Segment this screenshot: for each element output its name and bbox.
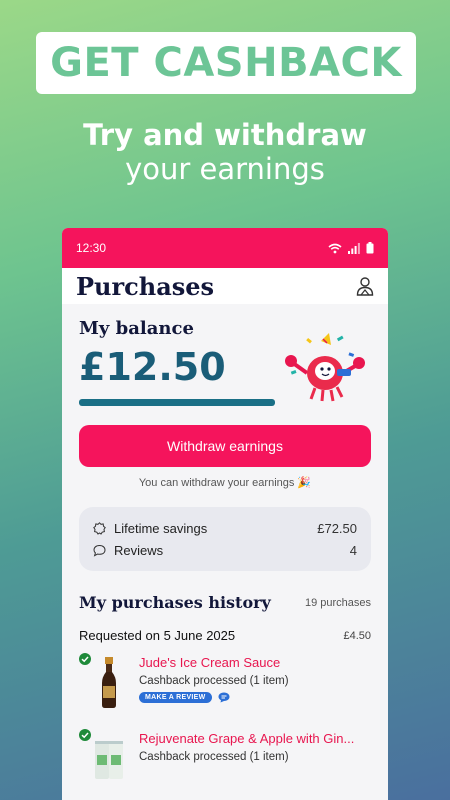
status-time: 12:30 xyxy=(76,241,107,255)
stat-row-lifetime-savings: Lifetime savings £72.50 xyxy=(93,517,357,539)
order-header: Requested on 5 June 2025 £4.50 xyxy=(79,628,371,643)
stat-left: Lifetime savings xyxy=(93,521,207,536)
status-icons xyxy=(328,242,374,254)
history-header: My purchases history 19 purchases xyxy=(79,593,371,612)
balance-amount: £12.50 xyxy=(79,345,226,389)
purchase-item[interactable]: Rejuvenate Grape & Apple with Gin... Cas… xyxy=(79,729,371,795)
review-chat-icon[interactable] xyxy=(218,692,230,703)
headline-line-1: Try and withdraw xyxy=(83,118,367,152)
app-header: Purchases xyxy=(62,268,388,304)
promo-headline: Try and withdraw your earnings xyxy=(0,118,450,186)
product-image-drink-cans xyxy=(95,741,123,779)
savings-stats-card: Lifetime savings £72.50 Reviews 4 xyxy=(79,507,371,571)
purchase-item[interactable]: Jude's Ice Cream Sauce Cashback processe… xyxy=(79,653,371,719)
promo-banner: GET CASHBACK xyxy=(36,32,416,94)
stat-row-reviews: Reviews 4 xyxy=(93,539,357,561)
cashback-status: Cashback processed (1 item) xyxy=(139,751,289,763)
purchases-content: My balance £12.50 Withdraw earnings You … xyxy=(62,304,388,795)
celebrating-mascot-icon xyxy=(285,333,365,402)
product-name[interactable]: Rejuvenate Grape & Apple with Gin... xyxy=(139,731,375,746)
phone-screen: 12:30 Purchases My balance £12.50 Withdr… xyxy=(62,228,388,800)
order-requested-date: Requested on 5 June 2025 xyxy=(79,628,236,643)
product-name[interactable]: Jude's Ice Cream Sauce xyxy=(139,655,375,670)
history-count: 19 purchases xyxy=(304,596,371,609)
stat-value: £72.50 xyxy=(317,520,357,536)
stat-label: Reviews xyxy=(114,542,164,558)
promo-banner-text: GET CASHBACK xyxy=(50,40,402,86)
page-title: Purchases xyxy=(76,271,215,301)
order-total: £4.50 xyxy=(343,629,371,642)
make-a-review-button[interactable]: MAKE A REVIEW xyxy=(139,692,212,703)
stat-value: 4 xyxy=(349,542,357,558)
history-title: My purchases history xyxy=(79,593,271,612)
headline-line-2: your earnings xyxy=(125,152,325,186)
review-row: MAKE A REVIEW xyxy=(139,692,230,703)
stat-label: Lifetime savings xyxy=(114,520,208,536)
balance-progress-bar xyxy=(79,399,275,406)
status-bar: 12:30 xyxy=(62,228,388,268)
cashback-status: Cashback processed (1 item) xyxy=(139,675,289,687)
stat-left: Reviews xyxy=(93,543,163,558)
savings-badge-icon xyxy=(93,521,106,535)
speech-bubble-icon xyxy=(93,544,106,557)
battery-icon xyxy=(366,242,374,254)
product-image-sauce-bottle xyxy=(102,657,116,708)
signal-icon xyxy=(348,242,360,254)
withdraw-note: You can withdraw your earnings 🎉 xyxy=(138,477,312,489)
profile-icon[interactable] xyxy=(356,276,374,296)
balance-progress-fill xyxy=(79,399,275,406)
withdraw-earnings-button[interactable]: Withdraw earnings xyxy=(79,425,371,467)
wifi-icon xyxy=(328,243,342,253)
balance-section: £12.50 xyxy=(79,333,371,411)
